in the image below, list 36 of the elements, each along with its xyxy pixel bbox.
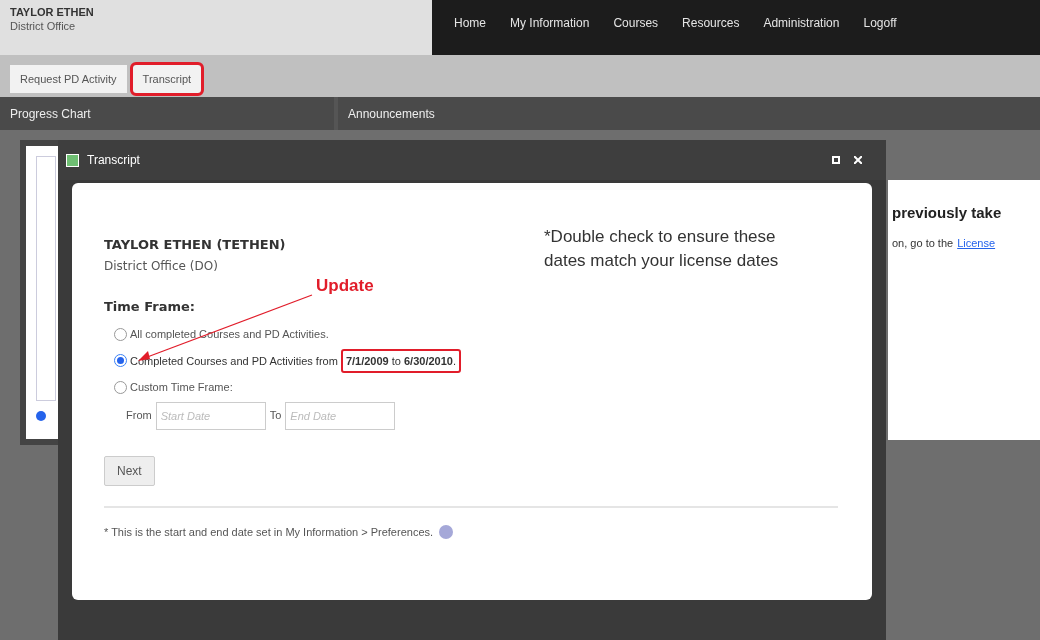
next-button[interactable]: Next bbox=[104, 455, 155, 486]
user-name: TAYLOR ETHEN bbox=[10, 6, 95, 20]
nav-link[interactable]: Resources bbox=[682, 14, 740, 32]
time-frame-label: Time Frame: bbox=[104, 297, 196, 316]
document-icon bbox=[66, 153, 79, 167]
nav-link[interactable]: My Information bbox=[510, 14, 590, 32]
license-link[interactable]: License bbox=[957, 234, 996, 251]
nav-link[interactable]: Home bbox=[454, 14, 486, 32]
office-name: District Office (DO) bbox=[104, 257, 219, 275]
end-date-field[interactable]: End Date bbox=[285, 401, 396, 430]
announcement-text: on, go to the bbox=[892, 235, 954, 251]
from-label: From bbox=[126, 408, 152, 424]
footnote-text: * This is the start and end date set in My Information > Preferences. bbox=[104, 524, 434, 540]
panel-title: Announcements bbox=[348, 105, 435, 123]
radio-button[interactable] bbox=[114, 354, 127, 368]
nav-link[interactable]: Logoff bbox=[863, 14, 897, 32]
announcement-heading: previously take bbox=[892, 203, 1003, 223]
option-label: Completed Courses and PD Activities from bbox=[130, 353, 338, 369]
panel-title: Progress Chart bbox=[10, 105, 91, 123]
start-date-field[interactable]: Start Date bbox=[155, 401, 266, 430]
option-label: Custom Time Frame: bbox=[130, 380, 233, 395]
nav-link[interactable]: Administration bbox=[763, 14, 840, 32]
dialog-title: Transcript bbox=[87, 152, 140, 169]
maximize-icon[interactable] bbox=[832, 156, 840, 164]
tab[interactable]: Request PD Activity bbox=[10, 65, 127, 93]
close-icon[interactable] bbox=[854, 156, 862, 164]
nav-link[interactable]: Courses bbox=[613, 14, 659, 32]
annotation-text: Update bbox=[316, 275, 374, 297]
radio-button[interactable] bbox=[114, 327, 127, 341]
tab[interactable]: Transcript bbox=[132, 65, 202, 93]
office-name: District Office bbox=[10, 19, 77, 34]
user-name: TAYLOR ETHEN (TETHEN) bbox=[104, 236, 286, 254]
date-range: 7/1/2009 to 6/30/2010. bbox=[340, 348, 461, 373]
note-text: *Double check to ensure these dates match your license dates bbox=[544, 226, 780, 272]
to-label: To bbox=[269, 408, 282, 424]
radio-button[interactable] bbox=[114, 380, 127, 394]
